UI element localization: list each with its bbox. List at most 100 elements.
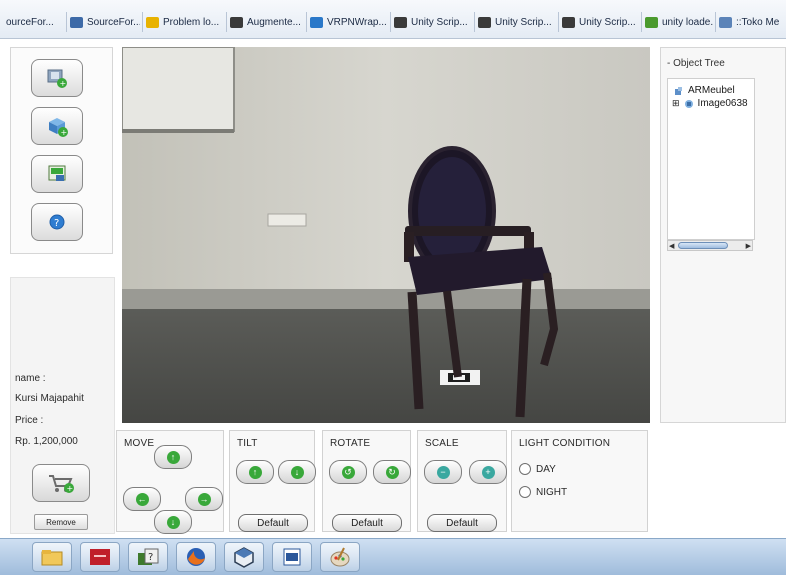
arrow-up-icon: ↑ [166,450,180,464]
rotate-cw-icon: ↻ [385,465,399,479]
rotate-left-button[interactable]: ↺ [329,460,367,484]
taskbar-explorer[interactable] [32,542,72,572]
light-condition-group: LIGHT CONDITION DAY NIGHT [511,430,648,532]
bookmark-label: Unity Scrip... [495,16,552,28]
zoom-in-icon: + [481,465,495,479]
rotate-ccw-icon: ↺ [341,465,355,479]
taskbar-presentation[interactable] [80,542,120,572]
move-title: MOVE [124,438,155,449]
bookmark-separator [474,12,475,32]
add-model-button[interactable]: + [31,59,83,97]
sourceforge-icon [70,16,83,28]
tilt-up-button[interactable]: ↑ [236,460,274,484]
price-label: Price : [15,415,44,426]
tilt-down-button[interactable]: ↓ [278,460,316,484]
scale-group: SCALE − + Default [417,430,507,532]
paint-icon [330,547,350,567]
help-icon: ? [49,214,65,230]
svg-text:?: ? [148,552,153,563]
bookmark-5[interactable]: Unity Scrip... [394,14,468,30]
rotate-right-button[interactable]: ↻ [373,460,411,484]
bookmarks-bar: ourceFor... SourceFor... Problem lo... Augm… [0,0,786,39]
day-label: DAY [536,463,556,475]
add-object-icon: + [49,118,68,137]
object-tree[interactable]: ARMeubel ⊞ Image0638 [667,78,755,240]
unity-icon [394,16,407,28]
bookmark-label: Augmente... [247,16,301,28]
explorer-icon [41,550,63,566]
arrow-right-icon: → [197,492,211,506]
scale-title: SCALE [425,438,459,449]
save-scene-icon [48,165,66,181]
word-icon [283,548,301,566]
bookmark-label: Unity Scrip... [579,16,636,28]
add-to-cart-button[interactable]: + [32,464,90,502]
scroll-thumb[interactable] [678,242,728,249]
bookmark-0[interactable]: ourceFor... [6,14,54,30]
tool-panel: + + ? [10,47,113,254]
bookmark-separator [226,12,227,32]
bookmark-3[interactable]: Augmente... [230,14,301,30]
bookmark-8[interactable]: unity loade... [645,14,713,30]
tree-node-root[interactable]: ARMeubel [674,85,735,96]
rotate-group: ROTATE ↺ ↻ Default [322,430,411,532]
scale-down-button[interactable]: − [424,460,462,484]
scroll-left-arrow-icon[interactable]: ◀ [669,242,674,250]
move-up-button[interactable]: ↑ [154,445,192,469]
tilt-group: TILT ↑ ↓ Default [229,430,316,532]
rotate-default-button[interactable]: Default [332,514,402,532]
save-scene-button[interactable] [31,155,83,193]
tilt-title: TILT [237,438,258,449]
light-condition-title: LIGHT CONDITION [519,438,611,449]
object-tree-title: - Object Tree [667,58,725,69]
bookmark-9[interactable]: ::Toko Me [719,14,779,30]
bookmark-4[interactable]: VRPNWrap... [310,14,387,30]
bookmark-separator [306,12,307,32]
scale-default-button[interactable]: Default [427,514,497,532]
firefox-icon [187,548,205,566]
tree-node-child[interactable]: ⊞ Image0638 [672,98,748,109]
bookmark-1[interactable]: SourceFor... [70,14,140,30]
remove-button[interactable]: Remove [34,514,88,530]
expand-icon[interactable]: ⊞ [672,98,680,109]
bookmark-2[interactable]: Problem lo... [146,14,219,30]
day-option[interactable]: DAY [519,463,556,475]
move-right-button[interactable]: → [185,487,223,511]
taskbar-word[interactable] [272,542,312,572]
arrow-left-icon: ← [135,492,149,506]
scroll-right-arrow-icon[interactable]: ▶ [746,242,751,250]
night-label: NIGHT [536,486,568,498]
taskbar-help-app[interactable]: ? [128,542,168,572]
tilt-up-icon: ↑ [248,465,262,479]
taskbar-unity[interactable] [224,542,264,572]
ar-camera-view[interactable] [122,47,650,423]
bookmark-label: Unity Scrip... [411,16,468,28]
bookmark-label: VRPNWrap... [327,16,387,28]
bookmark-7[interactable]: Unity Scrip... [562,14,636,30]
day-radio[interactable] [519,463,531,475]
unity-app-icon [234,547,254,568]
unity-icon [478,16,491,28]
add-model-icon: + [47,69,67,88]
unity-icon [230,16,243,28]
move-left-button[interactable]: ← [123,487,161,511]
taskbar-paint[interactable] [320,542,360,572]
presentation-icon [90,549,110,565]
tree-horizontal-scrollbar[interactable]: ◀ ▶ [667,240,753,251]
move-group: MOVE ↑ ← → ↓ [116,430,224,534]
bookmark-separator [66,12,67,32]
tilt-default-button[interactable]: Default [238,514,308,532]
scale-up-button[interactable]: + [469,460,507,484]
taskbar-firefox[interactable] [176,542,216,572]
night-option[interactable]: NIGHT [519,486,567,498]
add-object-button[interactable]: + [31,107,83,145]
node-icon [675,86,682,95]
help-button[interactable]: ? [31,203,83,241]
product-info-panel: name : Kursi Majapahit Price : Rp. 1,200… [10,277,115,534]
night-radio[interactable] [519,486,531,498]
move-down-button[interactable]: ↓ [154,510,192,534]
bookmark-6[interactable]: Unity Scrip... [478,14,552,30]
object-tree-panel: - Object Tree ARMeubel ⊞ Image0638 ◀ ▶ [660,47,786,423]
bookmark-label: ::Toko Me [736,16,780,28]
bookmark-label: SourceFor... [87,16,140,28]
